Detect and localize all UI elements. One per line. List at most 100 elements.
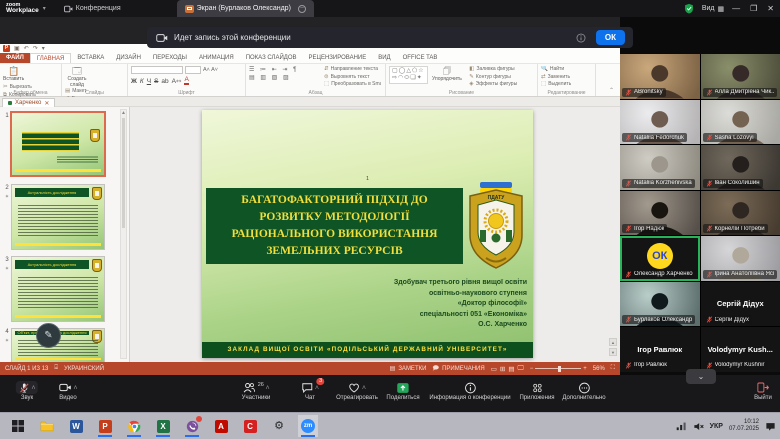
- language-indicator[interactable]: УКРАИНСКИЙ: [64, 366, 104, 372]
- slide-subtitle[interactable]: Здобувач третього рівня вищої освіти осв…: [327, 278, 527, 331]
- taskbar-acrobat[interactable]: A: [211, 415, 231, 437]
- chevron-up-icon[interactable]: ᐱ: [315, 385, 318, 391]
- paste-button[interactable]: 📋Вставить: [3, 66, 24, 82]
- taskbar-explorer[interactable]: [37, 415, 57, 437]
- chevron-down-icon[interactable]: ▾: [43, 5, 46, 12]
- taskbar-word[interactable]: W: [66, 415, 86, 437]
- share-button[interactable]: Поделиться: [386, 381, 419, 401]
- smartart-button[interactable]: ⬚Преобразовать в SmartArt: [324, 81, 382, 88]
- participant-tile[interactable]: Ірина Анатоліївна Ясі...: [701, 236, 780, 281]
- align-text-button[interactable]: ⊜Выровнять текст: [324, 74, 382, 81]
- participant-tile[interactable]: Ігор Надюк: [620, 191, 700, 236]
- replace-button[interactable]: ⇄Заменить: [541, 74, 571, 81]
- slideshow-icon[interactable]: 🖵: [517, 365, 523, 373]
- chevron-up-icon[interactable]: ᐱ: [362, 385, 365, 391]
- view-button[interactable]: Вид▦: [702, 5, 724, 13]
- shadow-button[interactable]: ab: [161, 78, 168, 85]
- taskbar-settings[interactable]: ⚙: [269, 415, 289, 437]
- tab-screen-share[interactable]: Экран (Бурлаков Олександр) −: [177, 0, 314, 17]
- undo-icon[interactable]: ↶: [24, 46, 29, 52]
- fit-slide-icon[interactable]: ⛶: [611, 365, 615, 372]
- close-document-icon[interactable]: ✕: [44, 100, 49, 107]
- italic-button[interactable]: К: [140, 78, 144, 85]
- video-button[interactable]: ᐱВидео: [59, 381, 77, 401]
- slide-sorter-icon[interactable]: ⊞: [500, 365, 505, 373]
- participant-tile[interactable]: Корнелій Потреби: [701, 191, 780, 236]
- ribbon-tab-переходы[interactable]: ПЕРЕХОДЫ: [147, 53, 193, 63]
- apps-button[interactable]: Приложения: [519, 381, 554, 401]
- spellcheck-icon[interactable]: ⌹: [54, 365, 58, 372]
- close-button[interactable]: ✕: [767, 4, 774, 13]
- participants-button[interactable]: 26ᐱУчастники: [242, 381, 271, 401]
- participant-tile[interactable]: ОКОлександр Харченко: [620, 236, 700, 281]
- network-icon[interactable]: [676, 421, 687, 431]
- participant-tile[interactable]: Алла Дмитріена Чик...: [701, 54, 780, 99]
- minimize-button[interactable]: —: [732, 4, 740, 13]
- slide-title-box[interactable]: БАГАТОФАКТОРНИЙ ПІДХІД ДО РОЗВИТКУ МЕТОД…: [206, 188, 463, 264]
- annotation-pen-button[interactable]: ✎: [36, 323, 61, 348]
- ribbon-tab-рецензирование[interactable]: РЕЦЕНЗИРОВАНИЕ: [303, 53, 373, 63]
- taskbar-start[interactable]: [8, 415, 28, 437]
- text-direction-button[interactable]: ⇵Направление текста: [324, 66, 382, 73]
- chevron-up-icon[interactable]: ᐱ: [32, 385, 35, 391]
- underline-button[interactable]: Ч: [147, 78, 151, 85]
- ribbon-tab-вставка[interactable]: ВСТАВКА: [71, 53, 110, 63]
- participant-tile[interactable]: Nataliia Fedorchuk: [620, 100, 700, 145]
- zoom-level[interactable]: 56%: [593, 366, 605, 372]
- font-size-select[interactable]: [185, 66, 201, 74]
- chevron-up-icon[interactable]: ᐱ: [74, 385, 77, 391]
- ribbon-tab-главная[interactable]: ГЛАВНАЯ: [30, 53, 72, 63]
- participant-tile[interactable]: Бурлаков Олександр: [620, 282, 700, 327]
- taskbar-powerpoint[interactable]: P: [95, 415, 115, 437]
- maximize-button[interactable]: ❐: [750, 4, 757, 13]
- action-center-icon[interactable]: [765, 421, 776, 432]
- ribbon-tab-показ-слайдов[interactable]: ПОКАЗ СЛАЙДОВ: [240, 53, 303, 63]
- redo-icon[interactable]: ↷: [33, 46, 38, 52]
- shapes-gallery[interactable]: ▢◯△⬠☆⇨◠⬭❏✦: [389, 66, 428, 84]
- react-button[interactable]: ᐱОтреагировать: [336, 381, 378, 401]
- document-tab[interactable]: Харченко ✕: [2, 98, 55, 107]
- current-slide[interactable]: 1 БАГАТОФАКТОРНИЙ ПІДХІД ДО РОЗВИТКУ МЕТ…: [202, 110, 533, 358]
- notes-button[interactable]: ▤ ЗАМЕТКИ: [390, 365, 427, 372]
- participant-tile[interactable]: Nataliia Korzhenivska: [620, 145, 700, 190]
- reading-view-icon[interactable]: ▤: [508, 365, 514, 373]
- ribbon-tab-file[interactable]: ФАЙЛ: [0, 53, 30, 63]
- taskbar-security[interactable]: C: [240, 415, 260, 437]
- taskbar-viber[interactable]: [182, 415, 202, 437]
- participant-tile[interactable]: Sasha Lozovyi: [701, 100, 780, 145]
- font-color-button[interactable]: А: [184, 76, 188, 85]
- keyboard-language[interactable]: УКР: [710, 423, 723, 430]
- taskbar-chrome[interactable]: [124, 415, 144, 437]
- taskbar-excel[interactable]: X: [153, 415, 173, 437]
- participant-tile[interactable]: ABronitsky: [620, 54, 700, 99]
- leave-button[interactable]: Выйти: [754, 381, 772, 401]
- new-slide-button[interactable]: 🗔Создать слайд: [65, 66, 89, 88]
- ribbon-tab-вид[interactable]: ВИД: [372, 53, 396, 63]
- collapse-gallery-button[interactable]: ⌄: [686, 369, 716, 384]
- slide-thumbnail-2[interactable]: Актуальність дослідження: [12, 185, 104, 249]
- participant-tile[interactable]: Ігор РавлюкІгор Равлюк: [620, 327, 700, 372]
- taskbar-zoom[interactable]: zm: [298, 415, 318, 437]
- bold-button[interactable]: Ж: [131, 78, 137, 85]
- ok-button[interactable]: ОК: [596, 30, 625, 45]
- info-button[interactable]: Информация о конференции: [429, 381, 510, 401]
- participant-tile[interactable]: Сергій ДідухСергій Дідух: [701, 282, 780, 327]
- taskbar-clock[interactable]: 10:12 07.07.2025: [729, 419, 759, 433]
- audio-button[interactable]: ᐱЗвук: [16, 381, 38, 401]
- chat-button[interactable]: 3ᐱЧат: [301, 381, 318, 401]
- participant-tile[interactable]: Volodymyr Kush...Volodymyr Kushnir: [701, 327, 780, 372]
- ribbon-tab-office-tab[interactable]: OFFICE TAB: [397, 53, 444, 63]
- strikethrough-button[interactable]: S: [154, 78, 158, 85]
- select-button[interactable]: ⬚Выделить: [541, 81, 571, 88]
- shape-effects-button[interactable]: ◈Эффекты фигуры: [469, 81, 521, 88]
- info-icon[interactable]: [576, 33, 586, 43]
- collapse-ribbon-icon[interactable]: ⌃: [609, 87, 614, 94]
- slide-thumbnail-1[interactable]: [12, 113, 104, 175]
- slide-thumbnail-3[interactable]: Актуальність дослідження: [12, 257, 104, 321]
- security-shield-icon[interactable]: [684, 3, 694, 14]
- slide-nav-buttons[interactable]: ▲▼: [609, 338, 617, 356]
- zoom-slider[interactable]: −+: [530, 366, 587, 372]
- font-name-select[interactable]: [131, 66, 183, 74]
- chevron-up-icon[interactable]: ᐱ: [266, 385, 269, 391]
- normal-view-icon[interactable]: ▭: [491, 365, 497, 373]
